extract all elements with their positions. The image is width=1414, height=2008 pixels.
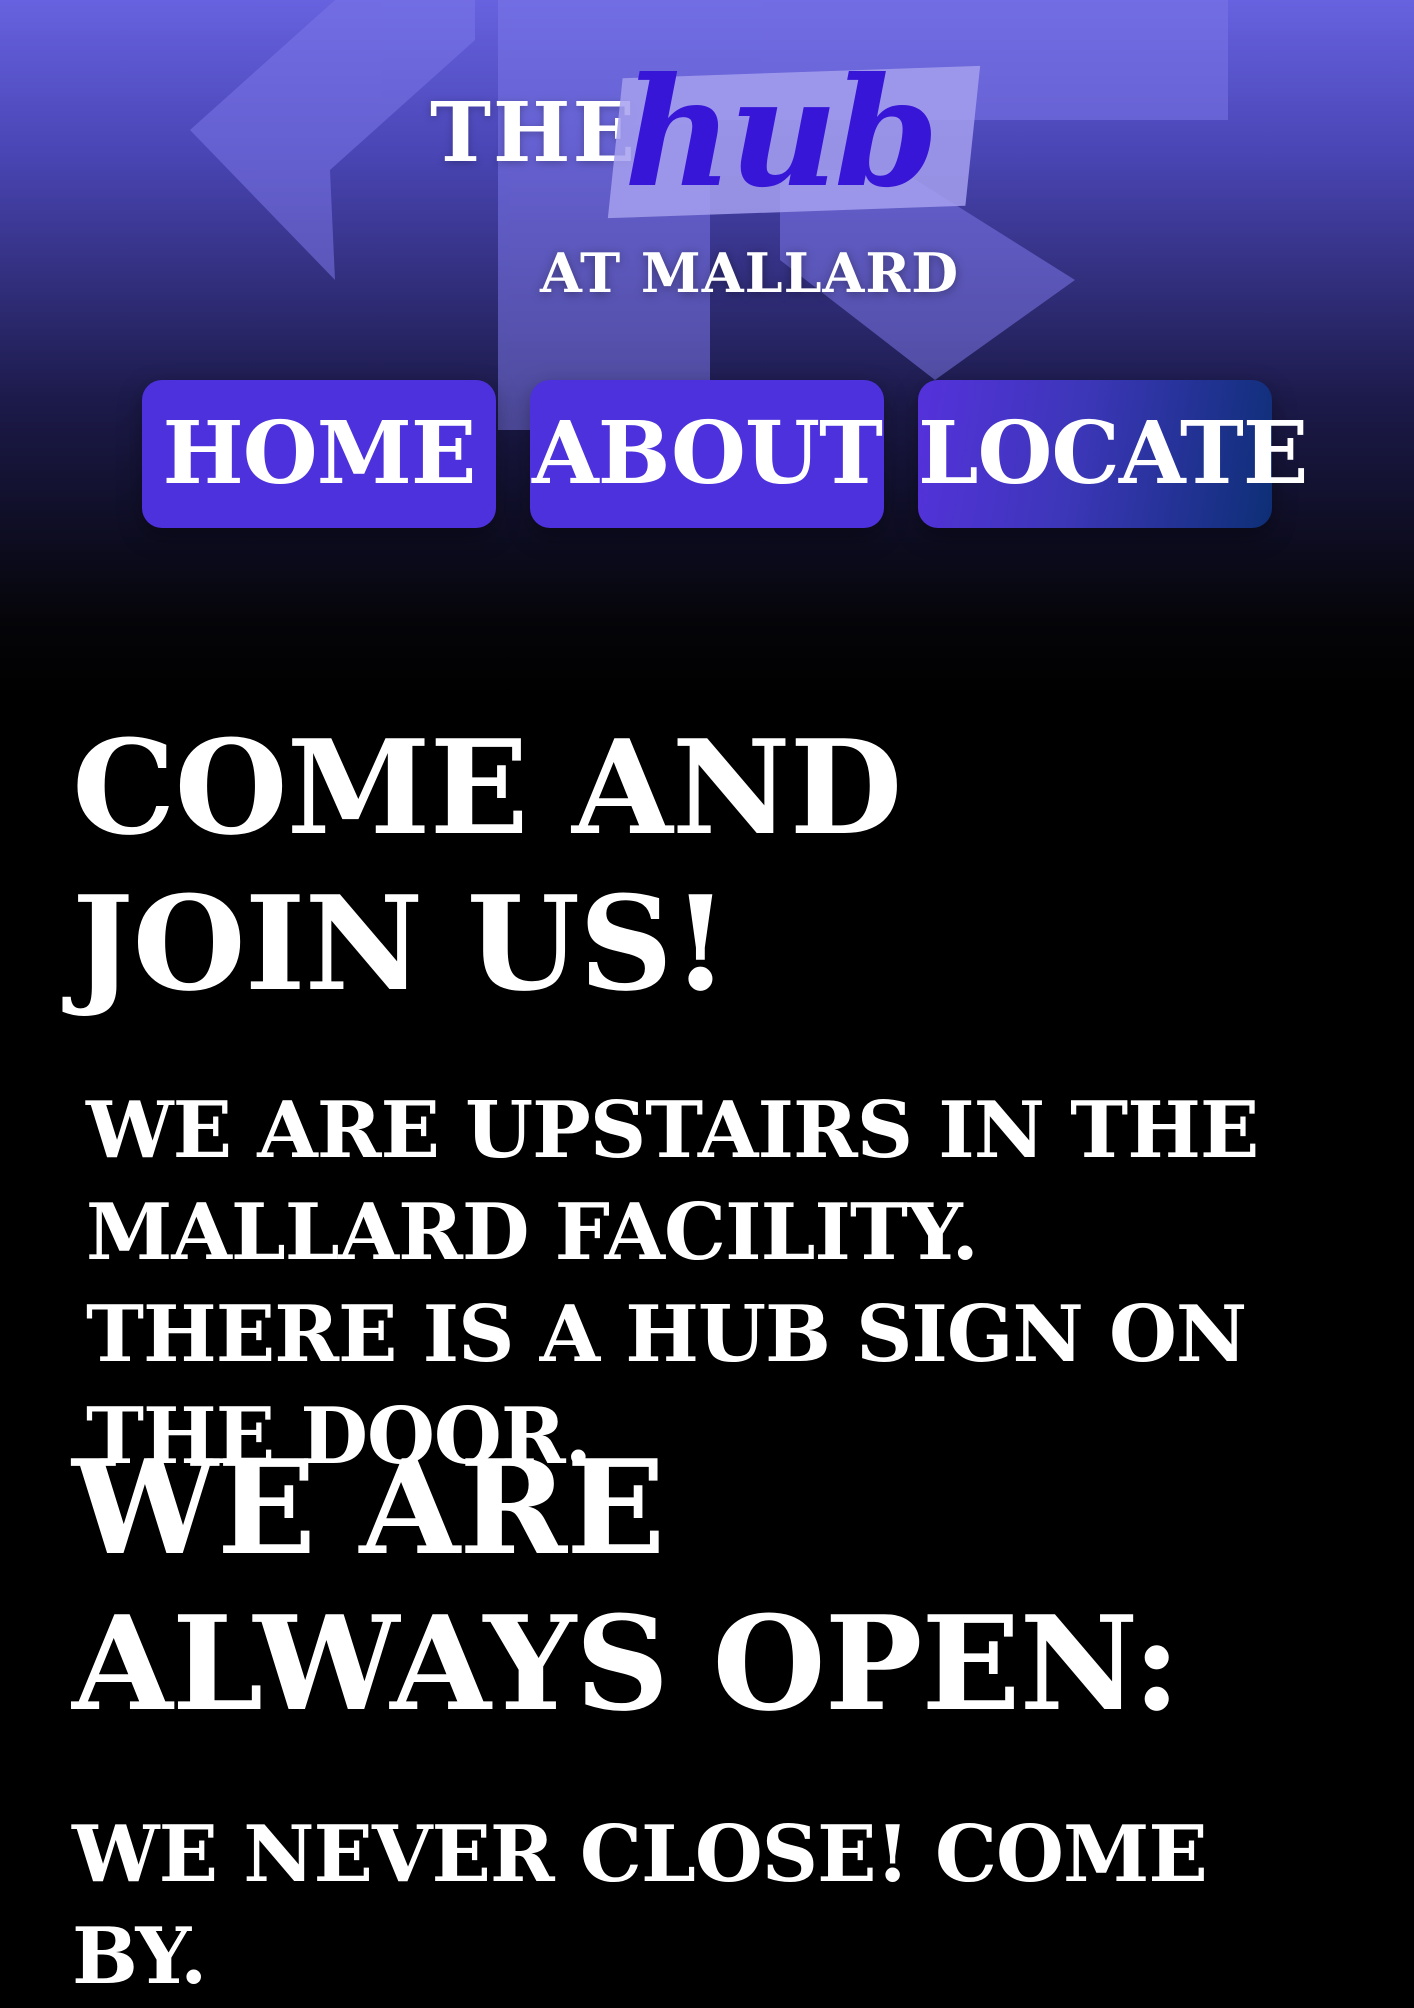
nav-home-button[interactable]: HOME <box>142 380 496 528</box>
logo-hub-wordmark: hub <box>607 58 981 219</box>
section-text-hours: We never close! Come by. <box>72 1809 1208 2002</box>
logo-the-text: THE <box>430 85 637 181</box>
site-logo[interactable]: THE hub AT MALLARD <box>0 0 1414 330</box>
section-title-hours: We are always open: <box>72 1431 1181 1740</box>
nav-about-button[interactable]: ABOUT <box>530 380 884 528</box>
logo-hub-text: hub <box>624 45 939 221</box>
logo-subtitle: AT MALLARD <box>540 241 960 305</box>
site-header: THE hub AT MALLARD HOME ABOUT LOCATE <box>0 0 1414 700</box>
section-title-join: Come and join us! <box>72 711 902 1020</box>
nav-locate-button[interactable]: LOCATE <box>918 380 1308 528</box>
section-text-location: We are upstairs in the Mallard facility.… <box>86 1085 1259 1482</box>
main-navigation: HOME ABOUT LOCATE <box>142 380 1308 528</box>
